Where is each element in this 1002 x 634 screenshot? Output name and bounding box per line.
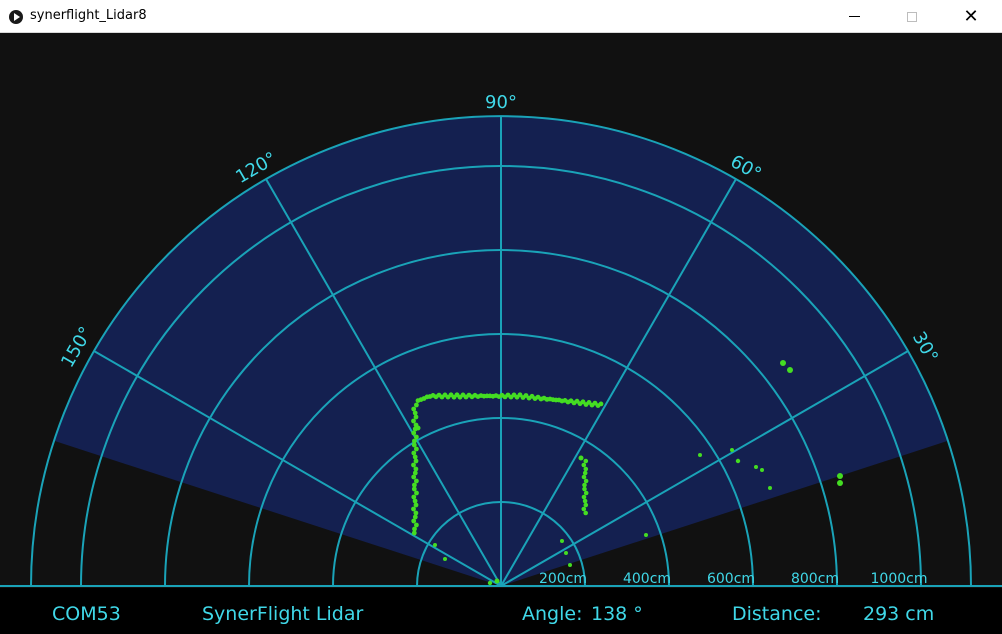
lidar-point xyxy=(581,474,587,480)
lidar-point xyxy=(413,414,419,420)
lidar-point xyxy=(443,557,447,561)
angle-label-90: 90° xyxy=(485,92,517,113)
lidar-point xyxy=(581,462,587,468)
lidar-point xyxy=(583,490,589,496)
lidar-point xyxy=(582,486,587,492)
lidar-point xyxy=(414,490,419,496)
angle-caption: Angle: xyxy=(522,603,582,625)
lidar-point xyxy=(411,474,417,480)
lidar-point xyxy=(413,502,419,508)
close-icon: ✕ xyxy=(963,5,979,27)
distance-caption: Distance: xyxy=(732,603,821,625)
lidar-point xyxy=(487,580,493,586)
minimize-icon xyxy=(848,16,860,17)
lidar-point xyxy=(564,551,568,555)
lidar-point xyxy=(412,454,418,460)
lidar-point xyxy=(583,502,589,508)
lidar-point xyxy=(754,465,758,469)
lidar-point xyxy=(433,543,437,547)
lidar-point xyxy=(760,468,764,472)
lidar-point xyxy=(568,563,572,567)
lidar-point xyxy=(582,482,587,488)
lidar-point xyxy=(583,466,589,472)
window-title: synerflight_Lidar8 xyxy=(30,8,147,23)
lidar-point xyxy=(698,453,702,457)
lidar-point xyxy=(735,458,741,464)
lidar-point xyxy=(414,446,419,452)
lidar-point xyxy=(780,360,786,366)
distance-value: 293 cm xyxy=(863,603,934,625)
lidar-point xyxy=(411,518,417,524)
lidar-point xyxy=(560,539,564,543)
status-bar xyxy=(0,588,1002,634)
lidar-point xyxy=(582,470,588,476)
lidar-point xyxy=(412,410,418,416)
lidar-point xyxy=(411,462,416,468)
title-bar: synerflight_Lidar8 ✕ xyxy=(0,0,1002,33)
range-label-400: 400cm xyxy=(623,571,671,587)
lidar-point xyxy=(583,510,588,516)
lidar-point xyxy=(413,458,419,464)
lidar-point xyxy=(583,478,589,484)
lidar-point xyxy=(415,425,421,431)
lidar-point xyxy=(583,458,589,464)
range-label-1000: 1000cm xyxy=(871,571,928,587)
range-label-800: 800cm xyxy=(791,571,839,587)
maximize-icon xyxy=(907,11,917,22)
lidar-point xyxy=(494,578,500,584)
lidar-point xyxy=(768,486,772,490)
lidar-point xyxy=(414,402,419,408)
lidar-point xyxy=(730,448,734,452)
close-button[interactable]: ✕ xyxy=(948,0,994,33)
lidar-point xyxy=(582,498,588,504)
maximize-button[interactable] xyxy=(889,0,935,33)
lidar-point xyxy=(411,430,417,436)
lidar-point xyxy=(578,455,584,461)
device-label: SynerFlight Lidar xyxy=(202,603,363,625)
lidar-point xyxy=(644,533,648,537)
lidar-point xyxy=(837,473,843,479)
range-label-600: 600cm xyxy=(707,571,755,587)
lidar-point xyxy=(411,530,417,536)
lidar-point xyxy=(412,498,418,504)
lidar-point xyxy=(581,494,587,500)
angle-value: 138 ° xyxy=(591,603,643,625)
radar-display: 30° 60° 90° 120° 150° 200cm 400cm 600cm … xyxy=(0,33,1002,634)
lidar-point xyxy=(787,367,793,373)
lidar-point xyxy=(411,418,416,424)
range-label-200: 200cm xyxy=(539,571,587,587)
lidar-point xyxy=(598,401,604,407)
lidar-point xyxy=(837,480,843,486)
port-label: COM53 xyxy=(52,603,121,625)
app-play-icon xyxy=(9,10,23,24)
lidar-point xyxy=(411,506,416,512)
minimize-button[interactable] xyxy=(831,0,877,33)
lidar-point xyxy=(581,506,587,512)
